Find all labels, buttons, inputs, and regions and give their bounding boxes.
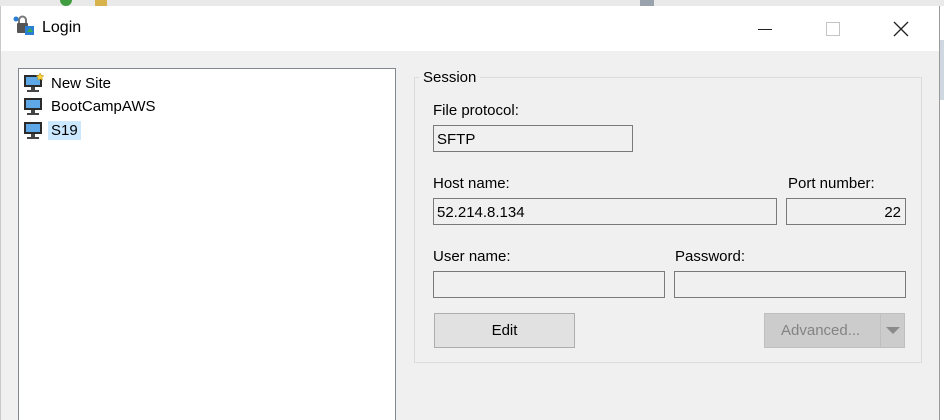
computer-icon xyxy=(24,98,42,115)
file-protocol-label: File protocol: xyxy=(433,102,519,119)
close-button[interactable] xyxy=(867,6,935,51)
tree-item-label: New Site xyxy=(51,74,112,92)
login-dialog: Login New Site BootCampAWS S19 Session F… xyxy=(0,6,940,420)
chevron-down-icon xyxy=(885,327,900,334)
file-protocol-select[interactable]: SFTP xyxy=(433,125,633,152)
close-icon xyxy=(893,21,909,36)
advanced-dropdown-button[interactable] xyxy=(880,314,904,347)
edit-button-label: Edit xyxy=(491,322,518,339)
session-legend: Session xyxy=(419,69,481,86)
port-number-label: Port number: xyxy=(788,175,875,192)
window-title: Login xyxy=(42,19,82,36)
new-site-icon xyxy=(24,72,45,92)
title-bar[interactable]: Login xyxy=(1,6,939,51)
advanced-button-label: Advanced... xyxy=(781,322,861,339)
maximize-button[interactable] xyxy=(799,6,867,51)
computer-icon xyxy=(24,122,42,139)
maximize-icon xyxy=(826,21,840,36)
edit-button[interactable]: Edit xyxy=(434,313,575,348)
background-window-edge xyxy=(940,40,944,100)
user-name-field[interactable] xyxy=(433,271,665,298)
tree-item-new-site[interactable]: New Site xyxy=(23,72,111,94)
password-label: Password: xyxy=(675,248,746,265)
site-tree[interactable]: New Site BootCampAWS S19 xyxy=(18,68,396,420)
tree-item-label: S19 xyxy=(48,120,81,140)
minimize-button[interactable] xyxy=(731,6,799,51)
host-name-label: Host name: xyxy=(433,175,510,192)
port-number-field[interactable]: 22 xyxy=(786,198,906,225)
user-name-label: User name: xyxy=(433,248,511,265)
host-name-field[interactable]: 52.214.8.134 xyxy=(433,198,777,225)
tree-item-s19[interactable]: S19 xyxy=(23,119,81,141)
tree-item-label: BootCampAWS xyxy=(51,97,156,115)
advanced-button[interactable]: Advanced... xyxy=(764,313,905,348)
password-field[interactable] xyxy=(674,271,906,298)
login-app-icon xyxy=(13,15,34,35)
minimize-icon xyxy=(758,29,772,30)
tree-item-bootcampaws[interactable]: BootCampAWS xyxy=(23,95,155,117)
